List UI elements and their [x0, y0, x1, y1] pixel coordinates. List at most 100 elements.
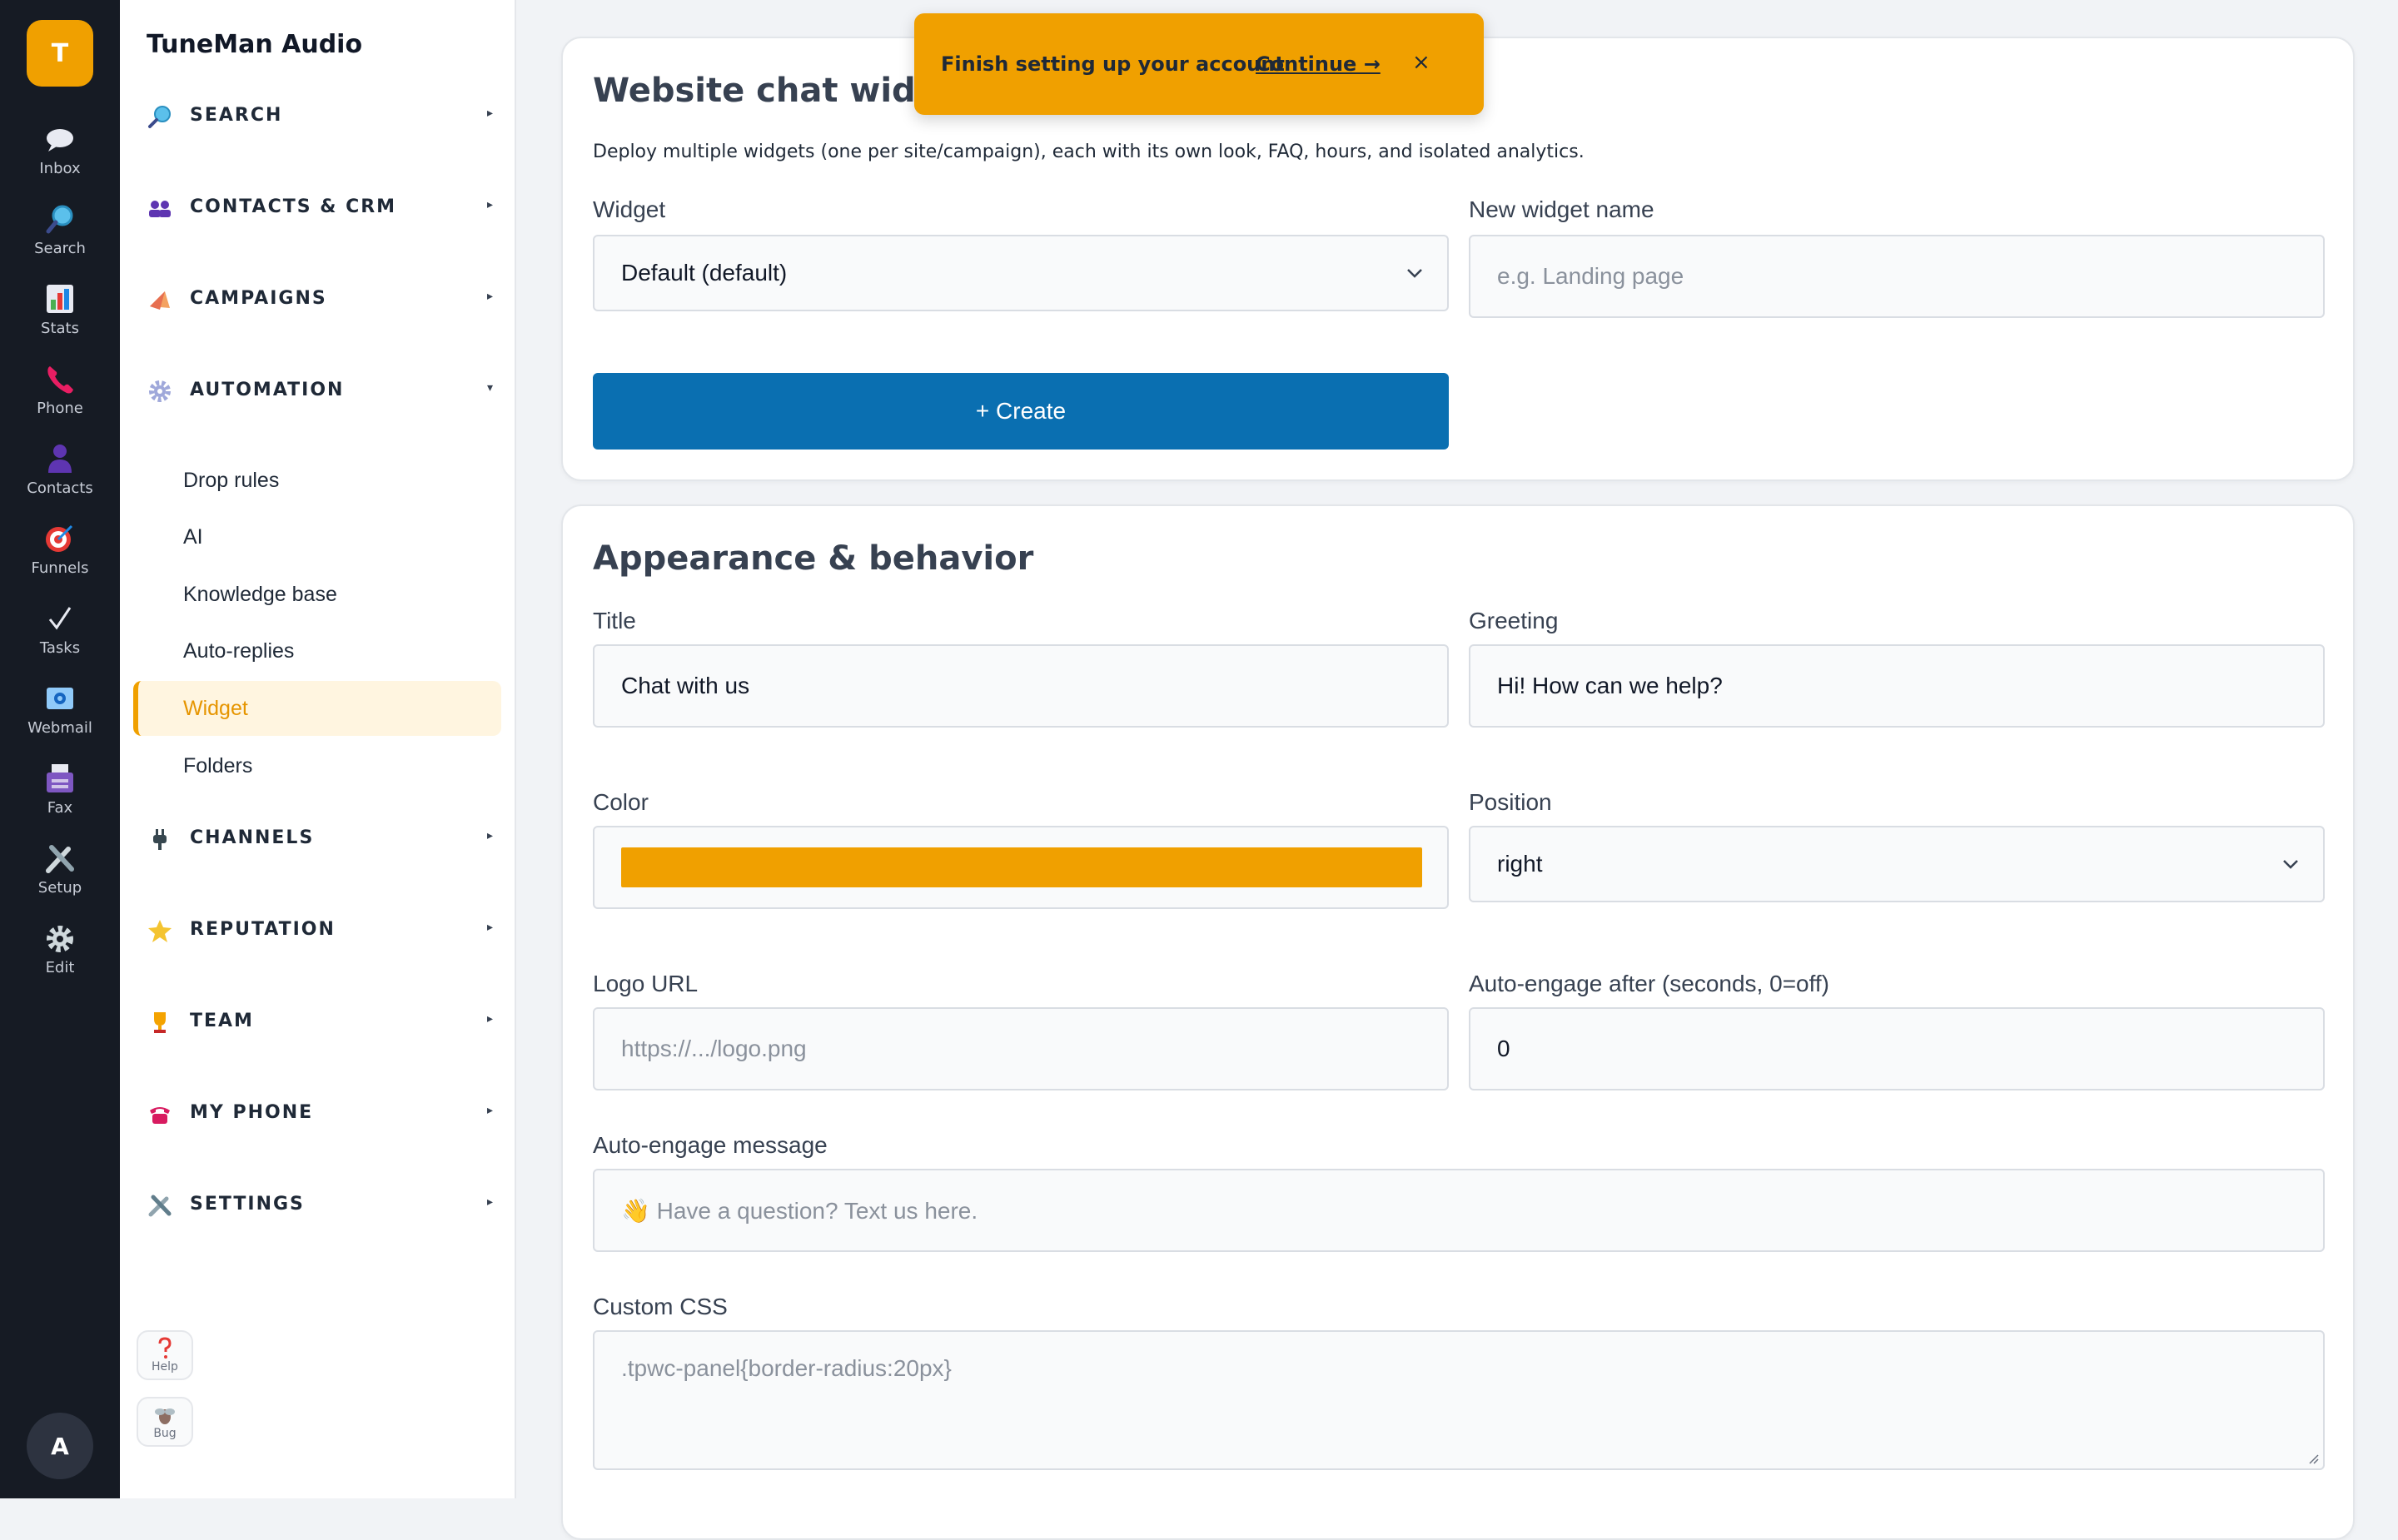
color-picker[interactable] — [593, 826, 1449, 909]
rail-item-inbox[interactable]: Inbox — [0, 122, 120, 188]
icon-rail: T Inbox Search Stats Phone Contacts Funn — [0, 0, 120, 1498]
sidebar-item-drop-rules[interactable]: Drop rules — [133, 453, 501, 508]
nav-section-label: MY PHONE — [190, 1102, 314, 1123]
help-button[interactable]: Help — [137, 1330, 193, 1380]
rail-item-webmail[interactable]: Webmail — [0, 681, 120, 748]
question-mark-icon — [158, 1337, 172, 1359]
create-widget-button[interactable]: + Create — [593, 373, 1449, 450]
target-icon — [46, 524, 73, 552]
rail-item-stats[interactable]: Stats — [0, 281, 120, 348]
auto-engage-message-input[interactable]: 👋 Have a question? Text us here. — [593, 1169, 2325, 1252]
custom-css-label: Custom CSS — [593, 1294, 728, 1319]
rail-item-funnels[interactable]: Funnels — [0, 521, 120, 588]
widget-select-label: Widget — [593, 196, 666, 222]
user-avatar[interactable]: A — [27, 1413, 93, 1479]
nav-section-settings[interactable]: SETTINGS ▸ — [147, 1180, 493, 1230]
bug-label: Bug — [153, 1427, 177, 1440]
position-label: Position — [1469, 789, 1552, 815]
caret-right-icon: ▸ — [486, 1104, 493, 1117]
custom-css-textarea[interactable]: .tpwc-panel{border-radius:20px} — [593, 1330, 2325, 1470]
nav-section-contacts-crm[interactable]: CONTACTS & CRM ▸ — [147, 183, 493, 233]
custom-css-value: .tpwc-panel{border-radius:20px} — [621, 1355, 952, 1381]
caret-right-icon: ▸ — [486, 290, 493, 303]
bug-report-button[interactable]: Bug — [137, 1397, 193, 1447]
nav-section-label: CHANNELS — [190, 827, 315, 848]
nav-section-team[interactable]: TEAM ▸ — [147, 997, 493, 1047]
nav-section-campaigns[interactable]: CAMPAIGNS ▸ — [147, 275, 493, 325]
bug-icon — [155, 1408, 175, 1424]
app-logo[interactable]: T — [27, 20, 93, 87]
star-icon — [148, 920, 172, 942]
auto-engage-message-label: Auto-engage message — [593, 1132, 828, 1158]
rail-item-fax[interactable]: Fax — [0, 761, 120, 827]
nav-section-label: SEARCH — [190, 105, 283, 126]
caret-right-icon: ▸ — [486, 1012, 493, 1026]
rail-label: Tasks — [39, 639, 81, 657]
rail-item-setup[interactable]: Setup — [0, 841, 120, 907]
nav-section-automation[interactable]: AUTOMATION ▾ — [147, 366, 493, 416]
rail-label: Edit — [45, 959, 75, 976]
nav-section-reputation[interactable]: REPUTATION ▸ — [147, 906, 493, 956]
megaphone-icon — [150, 291, 170, 310]
sidebar: TuneMan Audio SEARCH ▸ CONTACTS & CRM ▸ … — [120, 0, 516, 1498]
new-widget-name-input[interactable]: e.g. Landing page — [1469, 235, 2325, 318]
auto-engage-input[interactable]: 0 — [1469, 1007, 2325, 1090]
chevron-down-icon — [2283, 860, 2298, 869]
rail-item-contacts[interactable]: Contacts — [0, 441, 120, 508]
sidebar-item-folders[interactable]: Folders — [133, 738, 501, 793]
color-swatch — [621, 847, 1422, 887]
rail-label: Phone — [37, 400, 83, 417]
brand-name: TuneMan Audio — [147, 30, 363, 59]
caret-right-icon: ▸ — [486, 198, 493, 211]
speech-bubble-icon — [47, 129, 73, 152]
nav-section-my-phone[interactable]: MY PHONE ▸ — [147, 1089, 493, 1139]
rail-item-search[interactable]: Search — [0, 201, 120, 268]
person-icon — [48, 445, 72, 473]
auto-engage-label: Auto-engage after (seconds, 0=off) — [1469, 971, 1829, 996]
position-select-value: right — [1497, 851, 1543, 877]
rail-item-edit[interactable]: Edit — [0, 921, 120, 987]
continue-link[interactable]: Continue → — [1256, 52, 1381, 76]
mail-icon — [47, 688, 73, 709]
fax-icon — [47, 764, 73, 792]
people-icon — [149, 201, 171, 217]
nav-section-label: SETTINGS — [190, 1194, 305, 1215]
sidebar-item-widget[interactable]: Widget — [133, 681, 501, 736]
sidebar-item-knowledge-base[interactable]: Knowledge base — [133, 567, 501, 622]
rail-item-phone[interactable]: Phone — [0, 361, 120, 428]
rail-label: Fax — [47, 799, 73, 817]
rail-label: Search — [34, 240, 86, 257]
nav-section-label: TEAM — [190, 1011, 254, 1031]
bar-chart-icon — [47, 285, 73, 313]
close-icon[interactable]: × — [1412, 50, 1430, 75]
nav-section-label: CAMPAIGNS — [190, 288, 327, 309]
nav-section-channels[interactable]: CHANNELS ▸ — [147, 814, 493, 864]
toast-message: Finish setting up your account — [941, 52, 1285, 76]
appearance-card-title: Appearance & behavior — [593, 539, 1034, 578]
color-label: Color — [593, 789, 649, 815]
position-select[interactable]: right — [1469, 826, 2325, 902]
rail-label: Webmail — [27, 719, 92, 737]
nav-section-label: AUTOMATION — [190, 380, 345, 400]
caret-down-icon: ▾ — [486, 381, 493, 395]
magnifier-icon — [148, 106, 171, 128]
rail-item-tasks[interactable]: Tasks — [0, 601, 120, 668]
caret-right-icon: ▸ — [486, 829, 493, 842]
title-input[interactable]: Chat with us — [593, 644, 1449, 728]
resize-handle-icon[interactable] — [2306, 1452, 2320, 1465]
nav-section-label: REPUTATION — [190, 919, 336, 940]
phone-icon — [47, 366, 73, 394]
widget-select[interactable]: Default (default) — [593, 235, 1449, 311]
help-label: Help — [152, 1360, 178, 1374]
plug-icon — [153, 829, 167, 850]
widget-select-value: Default (default) — [621, 260, 788, 286]
caret-right-icon: ▸ — [486, 107, 493, 120]
nav-section-label: CONTACTS & CRM — [190, 196, 397, 217]
logo-url-input[interactable]: https://.../logo.png — [593, 1007, 1449, 1090]
greeting-input[interactable]: Hi! How can we help? — [1469, 644, 2325, 728]
checkmark-icon — [48, 607, 72, 630]
nav-section-search[interactable]: SEARCH ▸ — [147, 92, 493, 142]
sidebar-item-ai[interactable]: AI — [133, 509, 501, 564]
sidebar-item-auto-replies[interactable]: Auto-replies — [133, 623, 501, 678]
chevron-down-icon — [1407, 269, 1422, 278]
